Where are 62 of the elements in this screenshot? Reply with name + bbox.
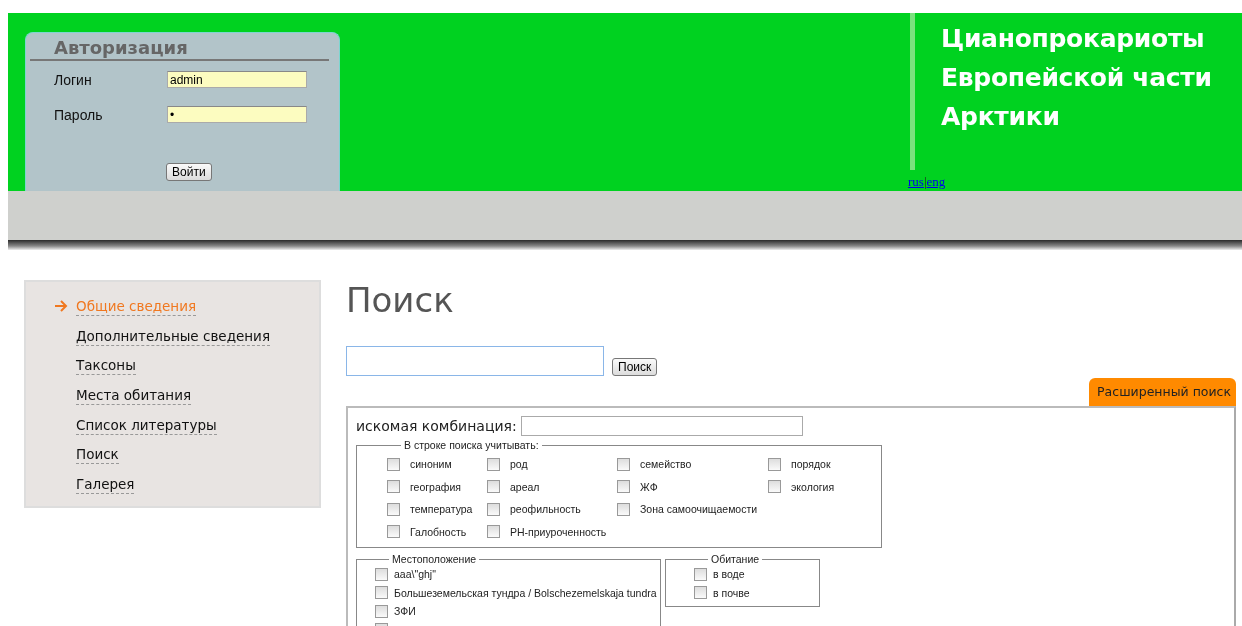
checkbox[interactable] <box>694 586 707 600</box>
checkbox[interactable] <box>617 457 630 471</box>
checkbox-label: ареал <box>510 480 540 493</box>
search-field[interactable] <box>346 346 604 376</box>
sidebar-item[interactable]: Поиск <box>76 446 119 465</box>
sidebar-item[interactable]: Таксоны <box>76 357 136 376</box>
search-button[interactable]: Поиск <box>612 358 658 376</box>
sidebar-item[interactable]: Список литературы <box>76 416 217 435</box>
checkbox-label: род <box>510 458 528 471</box>
sidebar-item[interactable]: Дополнительные сведения <box>76 327 270 346</box>
checkbox[interactable] <box>768 480 781 494</box>
checkbox[interactable] <box>387 502 400 516</box>
checkbox-label: PH-приуроченность <box>510 525 607 538</box>
checkbox-label: экология <box>791 480 835 493</box>
group-legend: Местоположение <box>389 553 480 565</box>
checkbox[interactable] <box>768 457 781 471</box>
checkbox-label: aaa\"ghj" <box>394 568 436 581</box>
input-field[interactable]: • <box>167 106 307 123</box>
separator: | <box>923 174 927 189</box>
checkbox[interactable] <box>375 586 388 600</box>
input-field[interactable] <box>520 416 803 436</box>
field-label: Пароль <box>53 106 104 123</box>
group-legend: Обитание <box>708 553 763 565</box>
language-link[interactable]: eng <box>926 174 946 189</box>
checkbox[interactable] <box>694 567 707 581</box>
language-link[interactable]: rus <box>908 174 924 189</box>
checkbox-label: ЖФ <box>640 480 658 493</box>
checkbox[interactable] <box>487 457 500 471</box>
site-title: Цианопрокариоты Европейской части Арктики <box>940 23 1212 133</box>
checkbox[interactable] <box>375 604 388 618</box>
checkbox-label: ЗФИ <box>394 605 416 618</box>
arrow-icon <box>54 300 68 312</box>
checkbox[interactable] <box>387 457 400 471</box>
sidebar-item[interactable]: Галерея <box>76 475 135 494</box>
checkbox[interactable] <box>617 480 630 494</box>
checkbox[interactable] <box>487 480 500 494</box>
advanced-search-tab[interactable]: Расширенный поиск <box>1089 378 1236 406</box>
checkbox-label: география <box>410 480 461 493</box>
checkbox-label: температура <box>410 503 473 516</box>
checkbox[interactable] <box>387 480 400 494</box>
page-title: Поиск <box>346 280 455 320</box>
input-field[interactable]: admin <box>167 71 307 88</box>
login-button[interactable]: Войти <box>166 163 212 181</box>
checkbox[interactable] <box>387 525 400 539</box>
checkbox-label: Галобность <box>410 525 467 538</box>
checkbox-label: в воде <box>713 568 745 581</box>
field-label: искомая комбинация: <box>356 418 517 434</box>
checkbox[interactable] <box>487 502 500 516</box>
login-title: Авторизация <box>30 37 329 61</box>
checkbox-label: Большеземельская тундра / Bolschezemelskaja tundra <box>394 586 657 599</box>
checkbox-label: синоним <box>410 458 452 471</box>
checkbox-label: в почве <box>713 586 750 599</box>
field-label: Логин <box>53 71 93 88</box>
checkbox-label: порядок <box>791 458 831 471</box>
checkbox-label: реофильность <box>510 503 581 516</box>
checkbox[interactable] <box>617 502 630 516</box>
sidebar-item[interactable]: Места обитания <box>76 386 192 405</box>
checkbox[interactable] <box>375 567 388 581</box>
checkbox-label: семейство <box>640 458 692 471</box>
checkbox[interactable] <box>487 525 500 539</box>
checkbox-label: Зона самоочищаемости <box>640 503 758 516</box>
group-legend: В строке поиска учитывать: <box>401 439 542 451</box>
